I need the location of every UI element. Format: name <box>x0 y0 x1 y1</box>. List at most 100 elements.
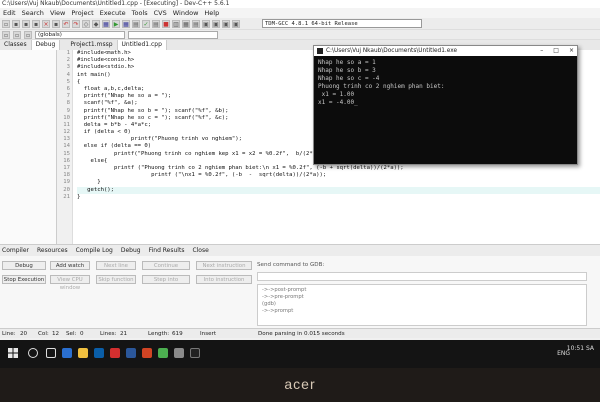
pdf-icon[interactable] <box>110 348 120 358</box>
print-icon[interactable]: ▪ <box>52 19 60 28</box>
save-all-icon[interactable]: ▪ <box>32 19 40 28</box>
stop-icon[interactable]: ■ <box>162 19 170 28</box>
chart-icon[interactable]: ▥ <box>172 19 180 28</box>
tab-resources[interactable]: Resources <box>37 245 68 256</box>
taskbar: ENG 10:51 SA <box>0 340 600 368</box>
options-icon[interactable]: ▤ <box>192 19 200 28</box>
debug-icon[interactable]: ✓ <box>142 19 150 28</box>
status-line-label: Line: <box>2 331 16 337</box>
edge-icon[interactable] <box>62 348 72 358</box>
close-icon[interactable]: × <box>42 19 50 28</box>
next-instruction-button[interactable]: Next instruction <box>196 261 252 270</box>
menu-search[interactable]: Search <box>19 8 47 18</box>
undo-icon[interactable]: ↶ <box>62 19 70 28</box>
debug-button[interactable]: Debug <box>2 261 46 270</box>
menu-tools[interactable]: Tools <box>129 8 151 18</box>
step-into-button[interactable]: Step into <box>142 275 190 284</box>
continue-button[interactable]: Continue <box>142 261 190 270</box>
menu-execute[interactable]: Execute <box>97 8 129 18</box>
tool2-icon[interactable]: ▣ <box>212 19 220 28</box>
line-number: 2 <box>66 57 70 64</box>
tab-untitled1[interactable]: Untitled1.cpp <box>117 40 167 50</box>
code-line[interactable]: printf ("Phuong trinh co 2 nghiem phan b… <box>77 165 600 172</box>
compile-run-icon[interactable]: ▦ <box>122 19 130 28</box>
next-line-button[interactable]: Next line <box>96 261 136 270</box>
menu-window[interactable]: Window <box>170 8 202 18</box>
replace-icon[interactable]: ◆ <box>92 19 100 28</box>
status-line-value: 20 <box>20 331 28 337</box>
status-lines-label: Lines: <box>100 331 117 337</box>
line-number: 15 <box>63 150 70 157</box>
goto-bookmark-icon[interactable]: ▫ <box>24 30 32 39</box>
windows-start-icon[interactable] <box>8 348 18 358</box>
menu-help[interactable]: Help <box>201 8 222 18</box>
functions-combo[interactable] <box>128 30 218 39</box>
gdb-command-input[interactable] <box>257 272 587 281</box>
code-line[interactable]: getch(); <box>77 186 600 194</box>
console-window[interactable]: C:\Users\Vuj Nkaub\Documents\Untitled1.e… <box>313 45 578 165</box>
code-line[interactable]: } <box>77 179 600 186</box>
task-view-icon[interactable] <box>46 348 56 358</box>
clock[interactable]: 10:51 SA <box>567 344 594 353</box>
new-file-icon[interactable]: ▫ <box>2 19 10 28</box>
status-sel-label: Sel: <box>66 331 77 337</box>
tool4-icon[interactable]: ▣ <box>232 19 240 28</box>
console-taskbar-icon[interactable] <box>190 348 200 358</box>
menu-edit[interactable]: Edit <box>0 8 19 18</box>
tab-compile-log[interactable]: Compile Log <box>76 245 113 256</box>
word-icon[interactable] <box>126 348 136 358</box>
find-icon[interactable]: ◇ <box>82 19 90 28</box>
search-icon[interactable] <box>28 348 38 358</box>
console-output: Nhap he so a = 1 Nhap he so b = 3 Nhap h… <box>314 56 577 110</box>
maximize-icon[interactable]: □ <box>553 46 559 56</box>
open-icon[interactable]: ▪ <box>12 19 20 28</box>
tab-classes[interactable]: Classes <box>0 40 32 50</box>
menu-project[interactable]: Project <box>68 8 96 18</box>
line-gutter: 1 2 3 4 5 6 7 8 9 10 11 12 13 14 15 16 17 18 19 20 21 <box>57 50 73 244</box>
chrome-icon[interactable] <box>158 348 168 358</box>
rebuild-icon[interactable]: ▤ <box>132 19 140 28</box>
devcpp-icon[interactable] <box>174 348 184 358</box>
line-number: 9 <box>66 107 70 114</box>
view-cpu-button[interactable]: View CPU window <box>50 275 90 291</box>
minimize-icon[interactable]: – <box>540 46 543 56</box>
console-titlebar: C:\Users\Vuj Nkaub\Documents\Untitled1.e… <box>314 46 577 56</box>
status-bar: Line: 20 Col: 12 Sel: 0 Lines: 21 Length… <box>0 328 600 338</box>
acer-logo: acer <box>284 376 316 392</box>
profile-icon[interactable]: ▤ <box>152 19 160 28</box>
close-window-icon[interactable]: × <box>569 46 574 56</box>
line-number: 8 <box>66 100 70 107</box>
tab-debug-bottom[interactable]: Debug <box>121 245 141 256</box>
tool-icon[interactable]: ▣ <box>202 19 210 28</box>
tab-find-results[interactable]: Find Results <box>149 245 185 256</box>
tab-compiler[interactable]: Compiler <box>2 245 29 256</box>
console-line: Nhap he so c = -4 <box>318 75 380 82</box>
file-explorer-icon[interactable] <box>78 348 88 358</box>
tool3-icon[interactable]: ▣ <box>222 19 230 28</box>
tab-close[interactable]: Close <box>192 245 208 256</box>
line-number: 7 <box>66 93 70 100</box>
menu-cvs[interactable]: CVS <box>151 8 170 18</box>
skip-function-button[interactable]: Skip function <box>96 275 136 284</box>
line-number: 11 <box>63 121 70 128</box>
into-instruction-button[interactable]: Into instruction <box>196 275 252 284</box>
code-line[interactable]: } <box>77 194 600 201</box>
line-number: 5 <box>66 78 70 85</box>
menu-view[interactable]: View <box>47 8 68 18</box>
add-watch-button[interactable]: Add watch <box>50 261 90 270</box>
stop-execution-button[interactable]: Stop Execution <box>2 275 46 284</box>
store-icon[interactable] <box>94 348 104 358</box>
compile-icon[interactable]: ▦ <box>102 19 110 28</box>
tab-project-file[interactable]: Project1.mssp <box>66 40 118 50</box>
toggle-bookmark-icon[interactable]: ▫ <box>13 30 21 39</box>
save-icon[interactable]: ▪ <box>22 19 30 28</box>
code-line[interactable]: printf ("\nx1 = %0.2f", (-b - sqrt(delta… <box>77 172 600 179</box>
globals-combo[interactable]: (globals) <box>35 30 125 39</box>
tab-debug[interactable]: Debug <box>31 40 61 50</box>
insert-icon[interactable]: ▫ <box>2 30 10 39</box>
compiler-select[interactable]: TDM-GCC 4.8.1 64-bit Release <box>262 19 422 28</box>
run-icon[interactable]: ▶ <box>112 19 120 28</box>
grid-icon[interactable]: ▦ <box>182 19 190 28</box>
redo-icon[interactable]: ↷ <box>72 19 80 28</box>
powerpoint-icon[interactable] <box>142 348 152 358</box>
